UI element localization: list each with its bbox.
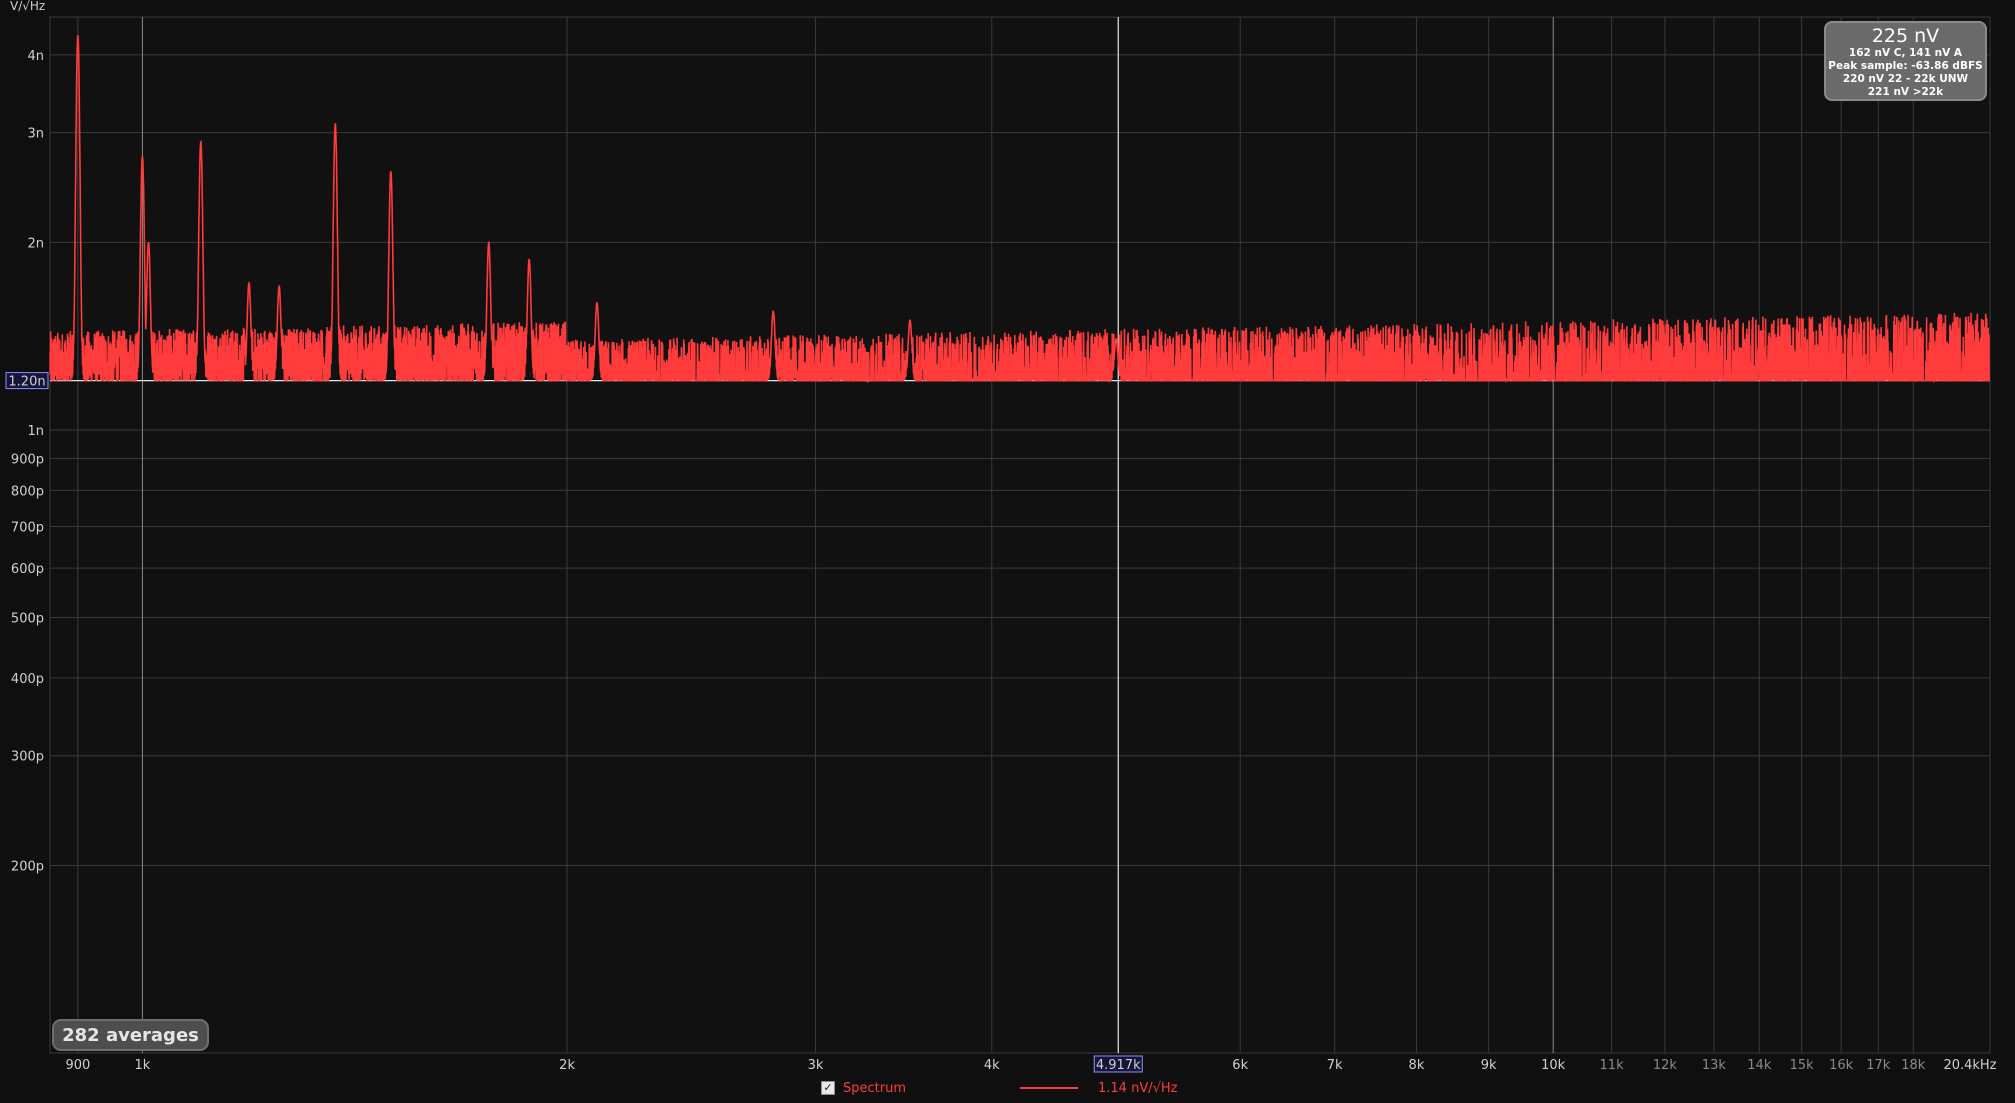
- y-tick-label: 300p: [11, 750, 44, 765]
- x-tick-label: 13k: [1702, 1058, 1727, 1073]
- x-tick-label: 3k: [808, 1058, 824, 1073]
- x-tick-label: 14k: [1747, 1058, 1772, 1073]
- x-tick-label: 6k: [1232, 1058, 1248, 1073]
- x-tick-label: 1k: [135, 1058, 151, 1073]
- legend-line-swatch: [1020, 1087, 1078, 1089]
- x-tick-label: 10k: [1541, 1058, 1566, 1073]
- y-tick-label: 1n: [27, 424, 44, 439]
- averages-badge: 282 averages: [52, 1019, 209, 1051]
- y-tick-label: 400p: [11, 672, 44, 687]
- legend-series-label: Spectrum: [843, 1080, 906, 1096]
- stats-line-unweighted: 220 nV 22 - 22k UNW: [1842, 73, 1969, 85]
- stats-line-above-22k: 221 nV >22k: [1867, 86, 1944, 98]
- legend: ✓ Spectrum 1.14 nV/√Hz: [818, 1079, 1177, 1097]
- legend-value-label: 1.14 nV/√Hz: [1098, 1080, 1178, 1096]
- y-tick-label: 2n: [27, 236, 44, 251]
- x-tick-label: 900: [65, 1058, 90, 1073]
- x-tick-label: 15k: [1790, 1058, 1815, 1073]
- y-tick-label: 800p: [11, 484, 44, 499]
- x-tick-label: 18k: [1901, 1058, 1926, 1073]
- x-tick-label: 20.4kHz: [1943, 1058, 1996, 1073]
- x-cursor-readout: 4.917k: [1096, 1058, 1141, 1073]
- stats-line-weighted: 162 nV C, 141 nV A: [1848, 47, 1963, 59]
- plot-area: [49, 16, 1991, 1054]
- spectrum-visibility-checkbox[interactable]: ✓: [821, 1081, 835, 1095]
- y-axis-unit-label: V/√Hz: [10, 0, 45, 13]
- y-tick-label: 600p: [11, 562, 44, 577]
- x-tick-label: 12k: [1653, 1058, 1678, 1073]
- x-tick-label: 4k: [984, 1058, 1000, 1073]
- y-cursor-readout: 1.20n: [8, 375, 45, 390]
- x-tick-label: 16k: [1829, 1058, 1854, 1073]
- x-tick-label: 11k: [1600, 1058, 1625, 1073]
- y-tick-label: 200p: [11, 859, 44, 874]
- spectrum-chart: 4n 3n 2n 1n 900p 800p 700p 600p 500p 400p 300p 200p…: [5, 0, 1997, 1073]
- x-tick-label: 9k: [1481, 1058, 1497, 1073]
- y-tick-label: 500p: [11, 611, 44, 626]
- x-tick-label: 2k: [559, 1058, 575, 1073]
- y-tick-label: 900p: [11, 452, 44, 467]
- y-tick-label: 3n: [27, 127, 44, 142]
- x-tick-label: 17k: [1866, 1058, 1891, 1073]
- stats-box: 225 nV 162 nV C, 141 nV A Peak sample: -…: [1824, 21, 1987, 101]
- stats-main-value: 225 nV: [1871, 25, 1940, 47]
- x-tick-label: 8k: [1409, 1058, 1425, 1073]
- stats-line-peak: Peak sample: -63.86 dBFS: [1828, 60, 1983, 72]
- x-tick-label: 7k: [1327, 1058, 1343, 1073]
- y-tick-label: 700p: [11, 520, 44, 535]
- y-tick-label: 4n: [27, 49, 44, 64]
